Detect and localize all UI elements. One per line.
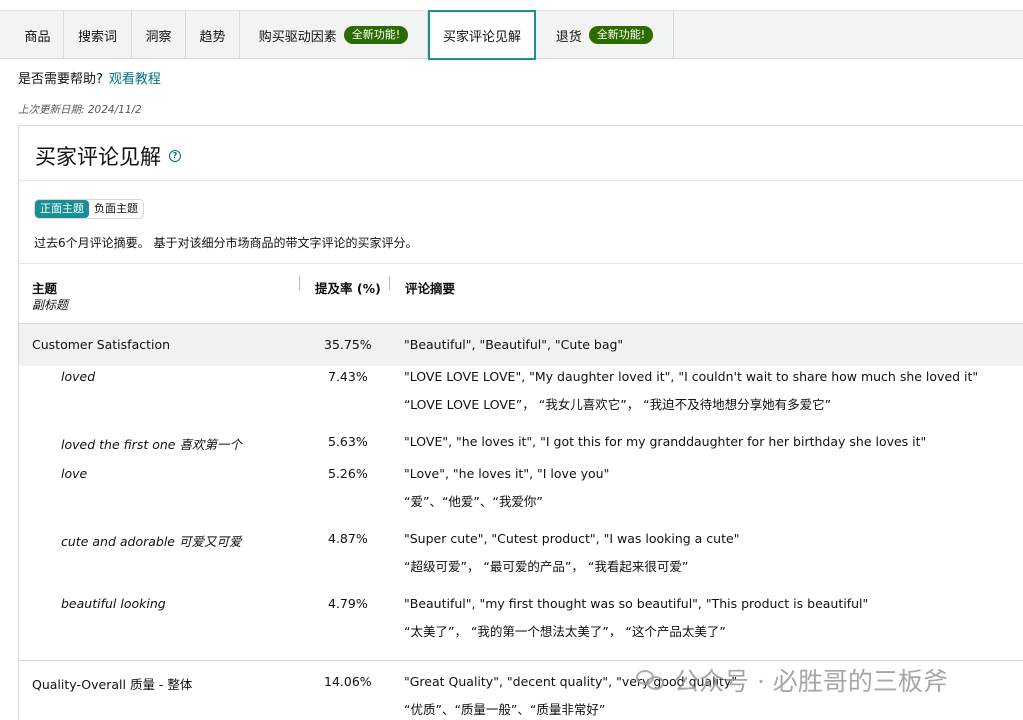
topic-toggle: 正面主题 负面主题 [34, 199, 144, 219]
mention-rate: 7.43% [328, 369, 368, 384]
tab-label: 商品 [24, 29, 51, 45]
watermark-text: 公众号 · 必胜哥的三板斧 [674, 667, 948, 696]
topic-name: Customer Satisfaction [32, 337, 171, 352]
review-summary-translation: “太美了”， “我的第一个想法太美了”， “这个产品太美了” [404, 624, 726, 639]
question-circle-icon[interactable]: ? [169, 150, 181, 162]
header-topic: 主题 [32, 281, 58, 296]
column-divider [299, 276, 300, 290]
tab-search-terms[interactable]: 搜索词 [64, 11, 132, 59]
topic-name: Quality-Overall 质量 - 整体 [32, 677, 193, 692]
tab-insights[interactable]: 洞察 [132, 11, 186, 59]
divider [19, 180, 1023, 181]
review-summary: "Beautiful", "my first thought was so be… [404, 596, 869, 611]
tab-bar: 商品 搜索词 洞察 趋势 购买驱动因素 全新功能! 买家评论见解 退货 全新功能! [0, 10, 1023, 60]
tab-products[interactable]: 商品 [12, 11, 64, 59]
positive-topics-toggle[interactable]: 正面主题 [35, 200, 89, 218]
tab-customer-review-insights[interactable]: 买家评论见解 [428, 10, 536, 60]
tab-label: 退货 [555, 29, 582, 45]
header-review-summary: 评论摘要 [405, 281, 456, 296]
negative-topics-toggle[interactable]: 负面主题 [89, 200, 143, 218]
mention-rate: 5.26% [328, 466, 368, 481]
review-summary: "LOVE LOVE LOVE", "My daughter loved it"… [404, 369, 979, 384]
new-feature-badge: 全新功能! [588, 26, 654, 44]
tab-purchase-drivers[interactable]: 购买驱动因素 全新功能! [240, 11, 428, 59]
table-row: Customer Satisfaction 35.75% "Beautiful"… [19, 323, 1023, 366]
panel-title-text: 买家评论见解 [35, 145, 161, 169]
subtopic-name: loved [61, 369, 96, 384]
review-summary: "Love", "he loves it", "I love you" [404, 466, 610, 481]
review-summary-translation: “优质”、“质量一般”、“质量非常好” [404, 702, 606, 717]
mention-rate: 4.87% [328, 531, 368, 546]
header-subtitle: 副标题 [32, 298, 69, 312]
review-summary-translation: “爱”、“他爱”、“我爱你” [404, 494, 543, 509]
tab-returns[interactable]: 退货 全新功能! [536, 11, 674, 59]
help-text: 是否需要帮助? [18, 72, 103, 87]
panel-description: 过去6个月评论摘要。 基于对该细分市场商品的带文字评论的买家评分。 [34, 236, 418, 250]
subtopic-name: cute and adorable 可爱又可爱 [61, 534, 242, 549]
subtopic-name: loved the first one 喜欢第一个 [61, 437, 242, 452]
review-summary: "LOVE", "he loves it", "I got this for m… [404, 434, 927, 449]
panel-title: 买家评论见解 ? [35, 141, 181, 171]
tab-label: 趋势 [199, 29, 226, 45]
tab-trends[interactable]: 趋势 [186, 11, 240, 59]
table-header: 主题 副标题 提及率 (%) 评论摘要 [19, 263, 1023, 323]
header-mention-rate[interactable]: 提及率 (%) [315, 278, 381, 297]
review-summary: "Super cute", "Cutest product", "I was l… [404, 531, 740, 546]
subtopic-name: beautiful looking [61, 596, 166, 611]
review-summary: "Beautiful", "Beautiful", "Cute bag" [404, 337, 624, 352]
tab-label: 搜索词 [77, 29, 117, 45]
mention-rate: 35.75% [324, 337, 372, 352]
tab-label: 洞察 [145, 29, 172, 45]
review-summary-translation: “LOVE LOVE LOVE”， “我女儿喜欢它”， “我迫不及待地想分享她有… [404, 397, 832, 412]
mention-rate: 5.63% [328, 434, 368, 449]
mention-rate: 14.06% [324, 674, 372, 689]
tab-label: 买家评论见解 [442, 29, 521, 45]
last-updated-date: 上次更新日期: 2024/11/2 [18, 104, 142, 116]
subtopic-name: love [61, 466, 88, 481]
review-insights-panel: 买家评论见解 ? 正面主题 负面主题 过去6个月评论摘要。 基于对该细分市场商品… [18, 125, 1023, 720]
help-line: 是否需要帮助? 观看教程 [18, 68, 161, 87]
tab-label: 购买驱动因素 [258, 29, 337, 45]
watermark: 公众号 · 必胜哥的三板斧 [636, 662, 948, 698]
review-summary-translation: “超级可爱”， “最可爱的产品”， “我看起来很可爱” [404, 559, 689, 574]
wechat-icon [636, 668, 666, 692]
column-divider [389, 276, 390, 290]
watch-tutorial-link[interactable]: 观看教程 [109, 72, 161, 87]
mention-rate: 4.79% [328, 596, 368, 611]
new-feature-badge: 全新功能! [343, 26, 409, 44]
